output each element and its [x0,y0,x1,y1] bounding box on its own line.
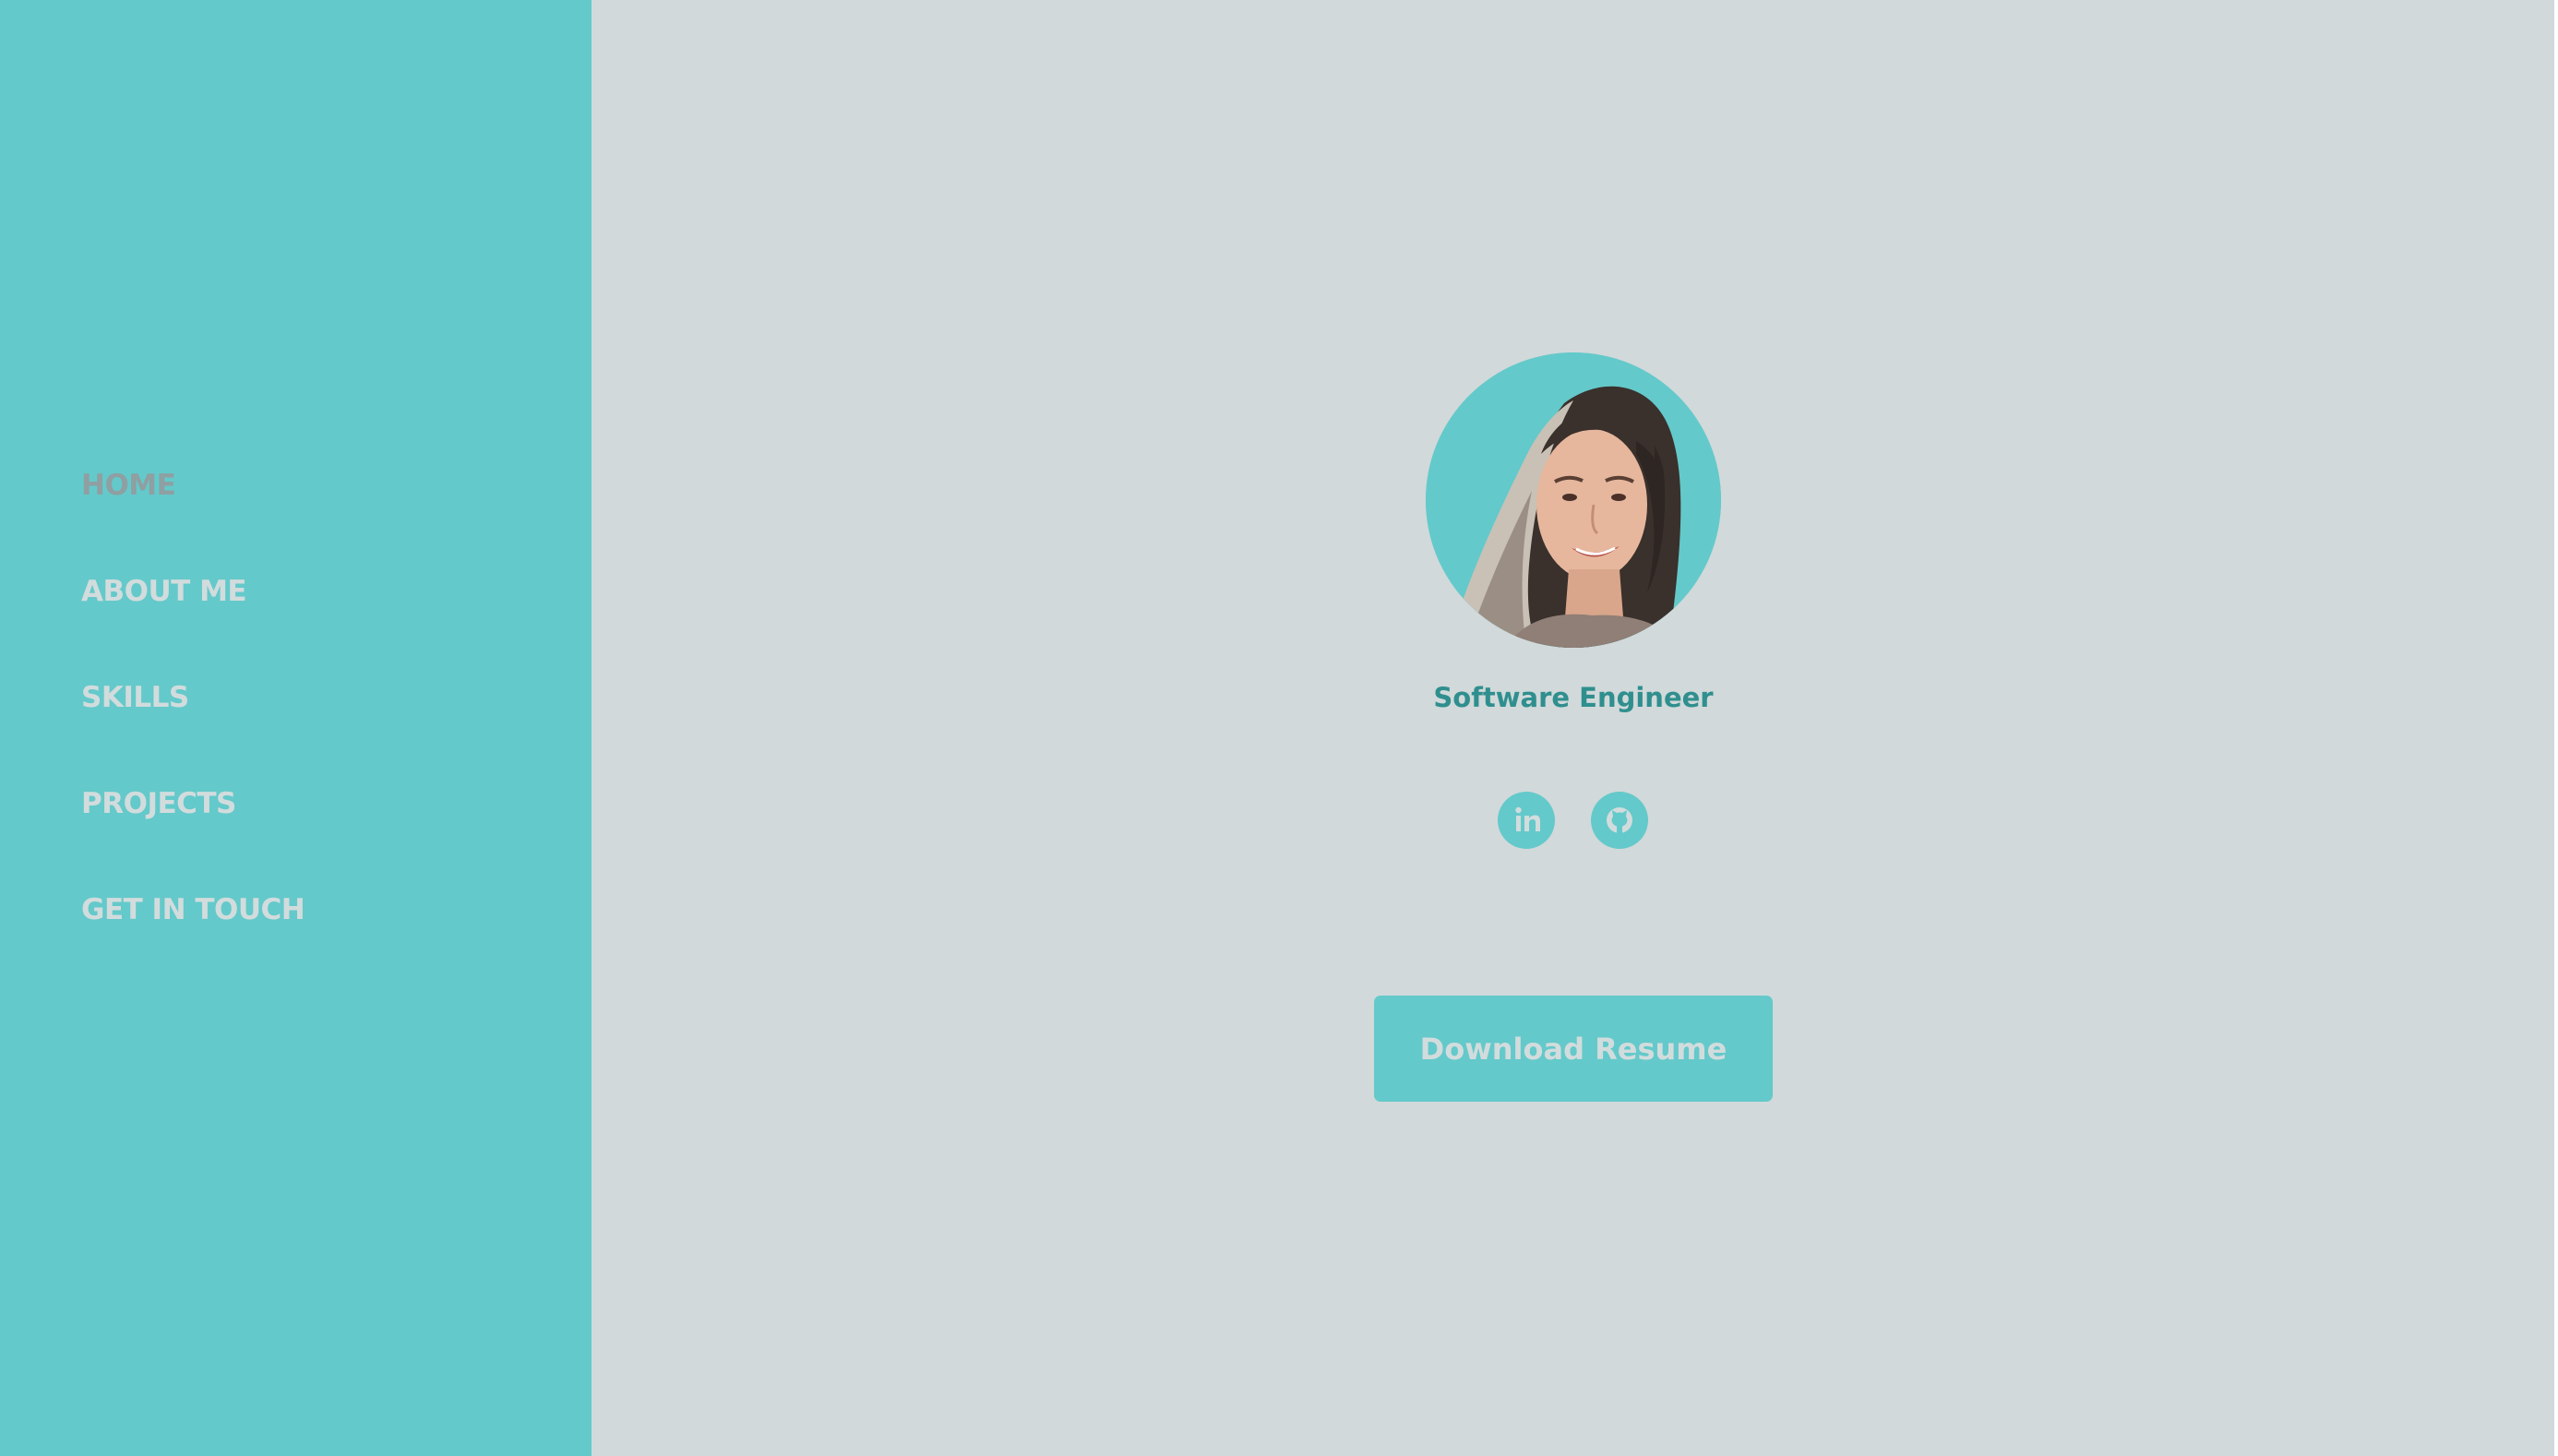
nav-item-home[interactable]: HOME [81,467,176,504]
nav-item-about-me[interactable]: ABOUT ME [81,573,247,610]
main-content [592,0,2554,1456]
github-link[interactable] [1591,792,1648,849]
page: HOME ABOUT ME SKILLS PROJECTS GET IN TOU… [0,0,2558,1456]
job-title: Software Engineer [1433,682,1714,713]
nav-item-get-in-touch[interactable]: GET IN TOUCH [81,891,305,928]
linkedin-icon [1515,806,1540,831]
profile-photo [1426,352,1721,648]
nav-item-skills[interactable]: SKILLS [81,679,189,716]
download-resume-button[interactable]: Download Resume [1374,996,1773,1102]
sidebar: HOME ABOUT ME SKILLS PROJECTS GET IN TOU… [0,0,592,1456]
window-edge [2554,0,2558,1456]
linkedin-link[interactable] [1498,792,1555,849]
github-icon [1607,807,1632,834]
nav-item-projects[interactable]: PROJECTS [81,785,236,822]
